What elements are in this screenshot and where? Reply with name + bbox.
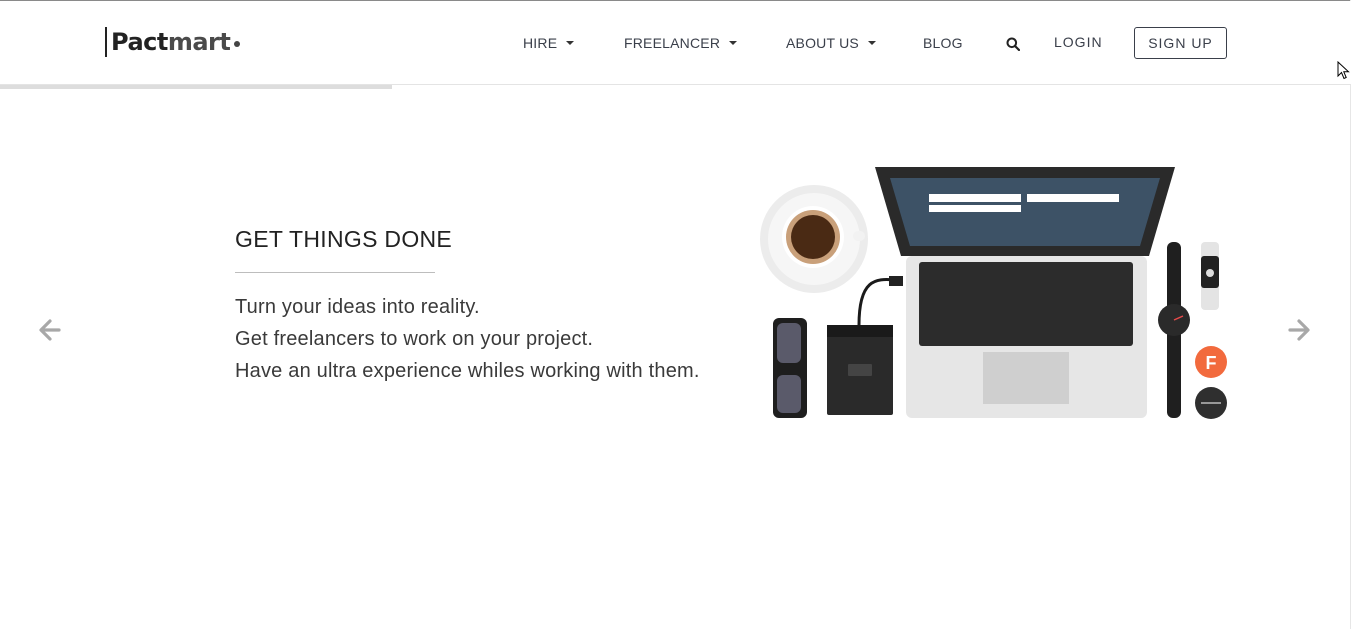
mouse-cursor-icon — [1337, 61, 1350, 80]
slide-line-1: Turn your ideas into reality. — [235, 296, 480, 318]
nav-about-us[interactable]: ABOUT US — [786, 35, 876, 51]
nav-about-us-label: ABOUT US — [786, 35, 859, 51]
sunglasses-icon — [773, 318, 807, 418]
coffee-cup-icon — [760, 185, 868, 293]
main-nav: HIRE FREELANCER ABOUT US BLOG LOGIN SIGN… — [0, 1, 1351, 84]
nav-hire-label: HIRE — [523, 35, 558, 51]
nav-blog-label: BLOG — [923, 35, 963, 51]
search-icon[interactable] — [1006, 37, 1020, 51]
nav-freelancer[interactable]: FREELANCER — [624, 35, 738, 51]
svg-text:F: F — [1206, 353, 1217, 373]
usb-stick-icon — [1201, 242, 1219, 310]
nav-hire[interactable]: HIRE — [523, 35, 575, 51]
badges-icon: F — [1195, 346, 1227, 419]
hard-drive-icon — [827, 276, 903, 415]
signup-button[interactable]: SIGN UP — [1134, 27, 1227, 59]
arrow-left-icon[interactable] — [38, 318, 62, 342]
watch-icon — [1158, 242, 1190, 418]
workspace-illustration-icon: F — [760, 167, 1227, 419]
slide-divider — [235, 272, 435, 273]
slider-progress-fill — [0, 85, 392, 89]
nav-freelancer-label: FREELANCER — [624, 35, 721, 51]
chevron-down-icon — [729, 41, 738, 45]
slide-title: GET THINGS DONE — [235, 226, 453, 252]
nav-blog[interactable]: BLOG — [923, 35, 963, 51]
slide-line-3: Have an ultra experience whiles working … — [235, 360, 700, 382]
slide-line-2: Get freelancers to work on your project. — [235, 328, 594, 350]
site-header: Pactmart HIRE FREELANCER ABOUT US BLOG L… — [0, 1, 1351, 85]
login-link[interactable]: LOGIN — [1054, 34, 1103, 50]
arrow-right-icon[interactable] — [1287, 318, 1311, 342]
chevron-down-icon — [867, 41, 876, 45]
slider-progress-bar — [0, 85, 1351, 89]
chevron-down-icon — [566, 41, 575, 45]
laptop-icon — [875, 167, 1175, 418]
